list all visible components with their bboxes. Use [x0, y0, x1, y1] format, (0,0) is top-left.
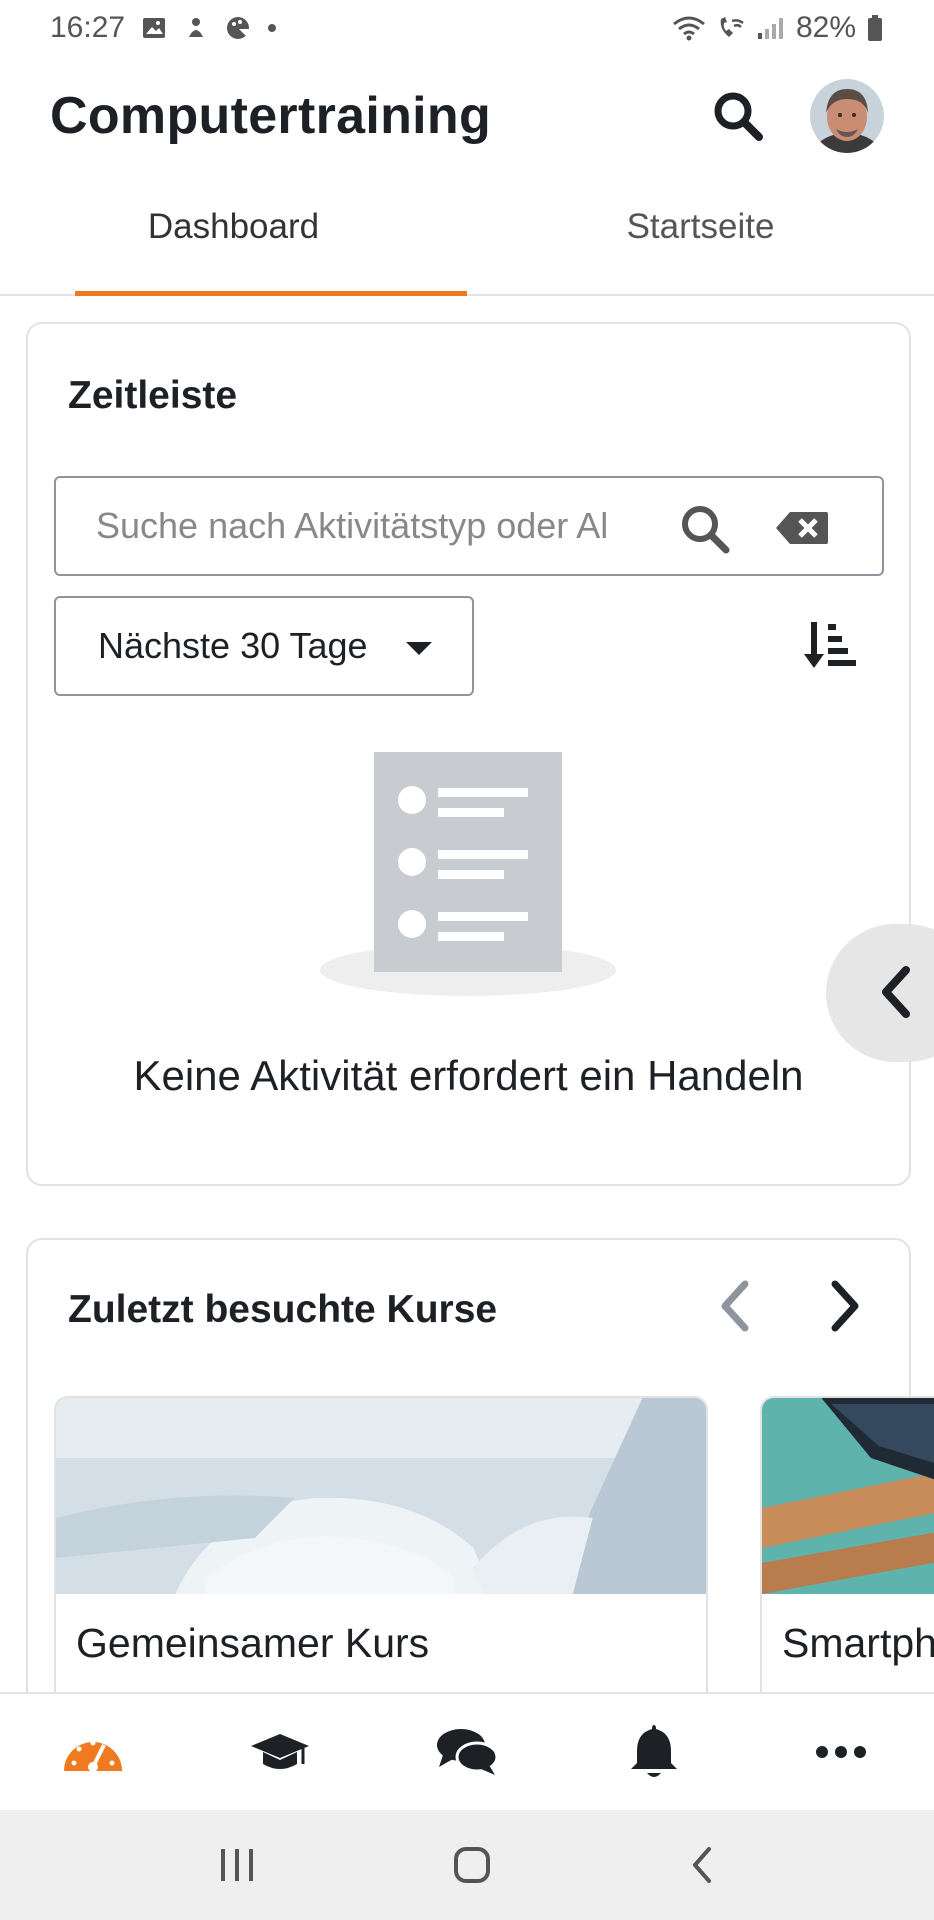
- recent-courses-card: Zuletzt besuchte Kurse Gemeinsamer Kurs …: [26, 1238, 934, 1692]
- status-time: 16:27: [50, 11, 126, 44]
- nav-dashboard[interactable]: [0, 1694, 187, 1810]
- more-notifications-dot-icon: [268, 24, 277, 32]
- course-card[interactable]: Gemeinsamer Kurs: [54, 1396, 708, 1692]
- course-image: [56, 1398, 706, 1594]
- system-navigation-bar: [0, 1810, 934, 1920]
- filter-selected-value: Nächste 30 Tage: [98, 625, 368, 666]
- user-avatar[interactable]: [810, 79, 884, 153]
- nav-courses[interactable]: [187, 1694, 374, 1810]
- app-notification-icon: [189, 18, 204, 37]
- course-name: Smartphone: [782, 1620, 934, 1666]
- search-placeholder: Suche nach Aktivitätstyp oder Al: [96, 505, 609, 546]
- chevron-left-icon[interactable]: [715, 1278, 755, 1334]
- chevron-left-icon: [882, 966, 910, 1018]
- timeline-search-input[interactable]: Suche nach Aktivitätstyp oder Al: [54, 476, 884, 576]
- battery-percentage: 82%: [795, 11, 856, 44]
- gallery-icon: [143, 18, 166, 38]
- caret-down-icon: [406, 642, 432, 655]
- notifications-icon: [630, 1725, 677, 1777]
- recent-courses-title: Zuletzt besuchte Kurse: [68, 1288, 498, 1331]
- tab-startseite[interactable]: Startseite: [467, 190, 934, 294]
- course-card[interactable]: Smartphone: [760, 1396, 934, 1692]
- timeline-title: Zeitleiste: [68, 374, 238, 417]
- home-icon[interactable]: [452, 1845, 492, 1885]
- tab-startseite-label: Startseite: [626, 207, 775, 246]
- back-icon[interactable]: [687, 1845, 717, 1885]
- tab-dashboard-label: Dashboard: [147, 207, 320, 246]
- tab-dashboard[interactable]: Dashboard: [0, 190, 467, 296]
- sort-icon[interactable]: [804, 620, 860, 672]
- empty-state-message: Keine Aktivität erfordert ein Handeln: [133, 1052, 804, 1099]
- nav-notifications[interactable]: [560, 1694, 747, 1810]
- empty-list-icon: [320, 752, 616, 996]
- main-content[interactable]: Zeitleiste Suche nach Aktivitätstyp oder…: [0, 298, 934, 1692]
- wifi-icon: [673, 16, 705, 41]
- app-header: Computertraining: [0, 62, 934, 170]
- more-icon: [815, 1746, 866, 1758]
- search-submit-icon[interactable]: [676, 500, 734, 558]
- nav-messages[interactable]: [374, 1694, 561, 1810]
- chevron-right-icon[interactable]: [825, 1278, 865, 1334]
- dashboard-icon: [64, 1740, 123, 1772]
- timeline-card: Zeitleiste Suche nach Aktivitätstyp oder…: [26, 322, 911, 1186]
- courses-icon: [251, 1734, 310, 1769]
- app-screen: 16:27 82% Computertraining Dashboard Sta…: [0, 0, 934, 1920]
- course-image: [762, 1398, 934, 1594]
- wifi-call-icon: [720, 17, 744, 37]
- signal-icon: [757, 18, 783, 39]
- status-bar: 16:27 82%: [0, 0, 934, 56]
- course-name: Gemeinsamer Kurs: [76, 1620, 430, 1666]
- palette-icon: [227, 17, 250, 39]
- timeline-filter-dropdown[interactable]: Nächste 30 Tage: [54, 596, 474, 696]
- battery-icon: [868, 15, 882, 41]
- recent-apps-icon[interactable]: [217, 1847, 257, 1883]
- clear-search-icon[interactable]: [774, 508, 830, 548]
- messages-icon: [436, 1729, 499, 1775]
- bottom-navigation: [0, 1692, 934, 1810]
- tab-bar: Dashboard Startseite: [0, 190, 934, 296]
- nav-more[interactable]: [747, 1694, 934, 1810]
- site-title: Computertraining: [50, 87, 492, 145]
- course-carousel-controls: [715, 1278, 865, 1334]
- search-icon[interactable]: [710, 88, 766, 144]
